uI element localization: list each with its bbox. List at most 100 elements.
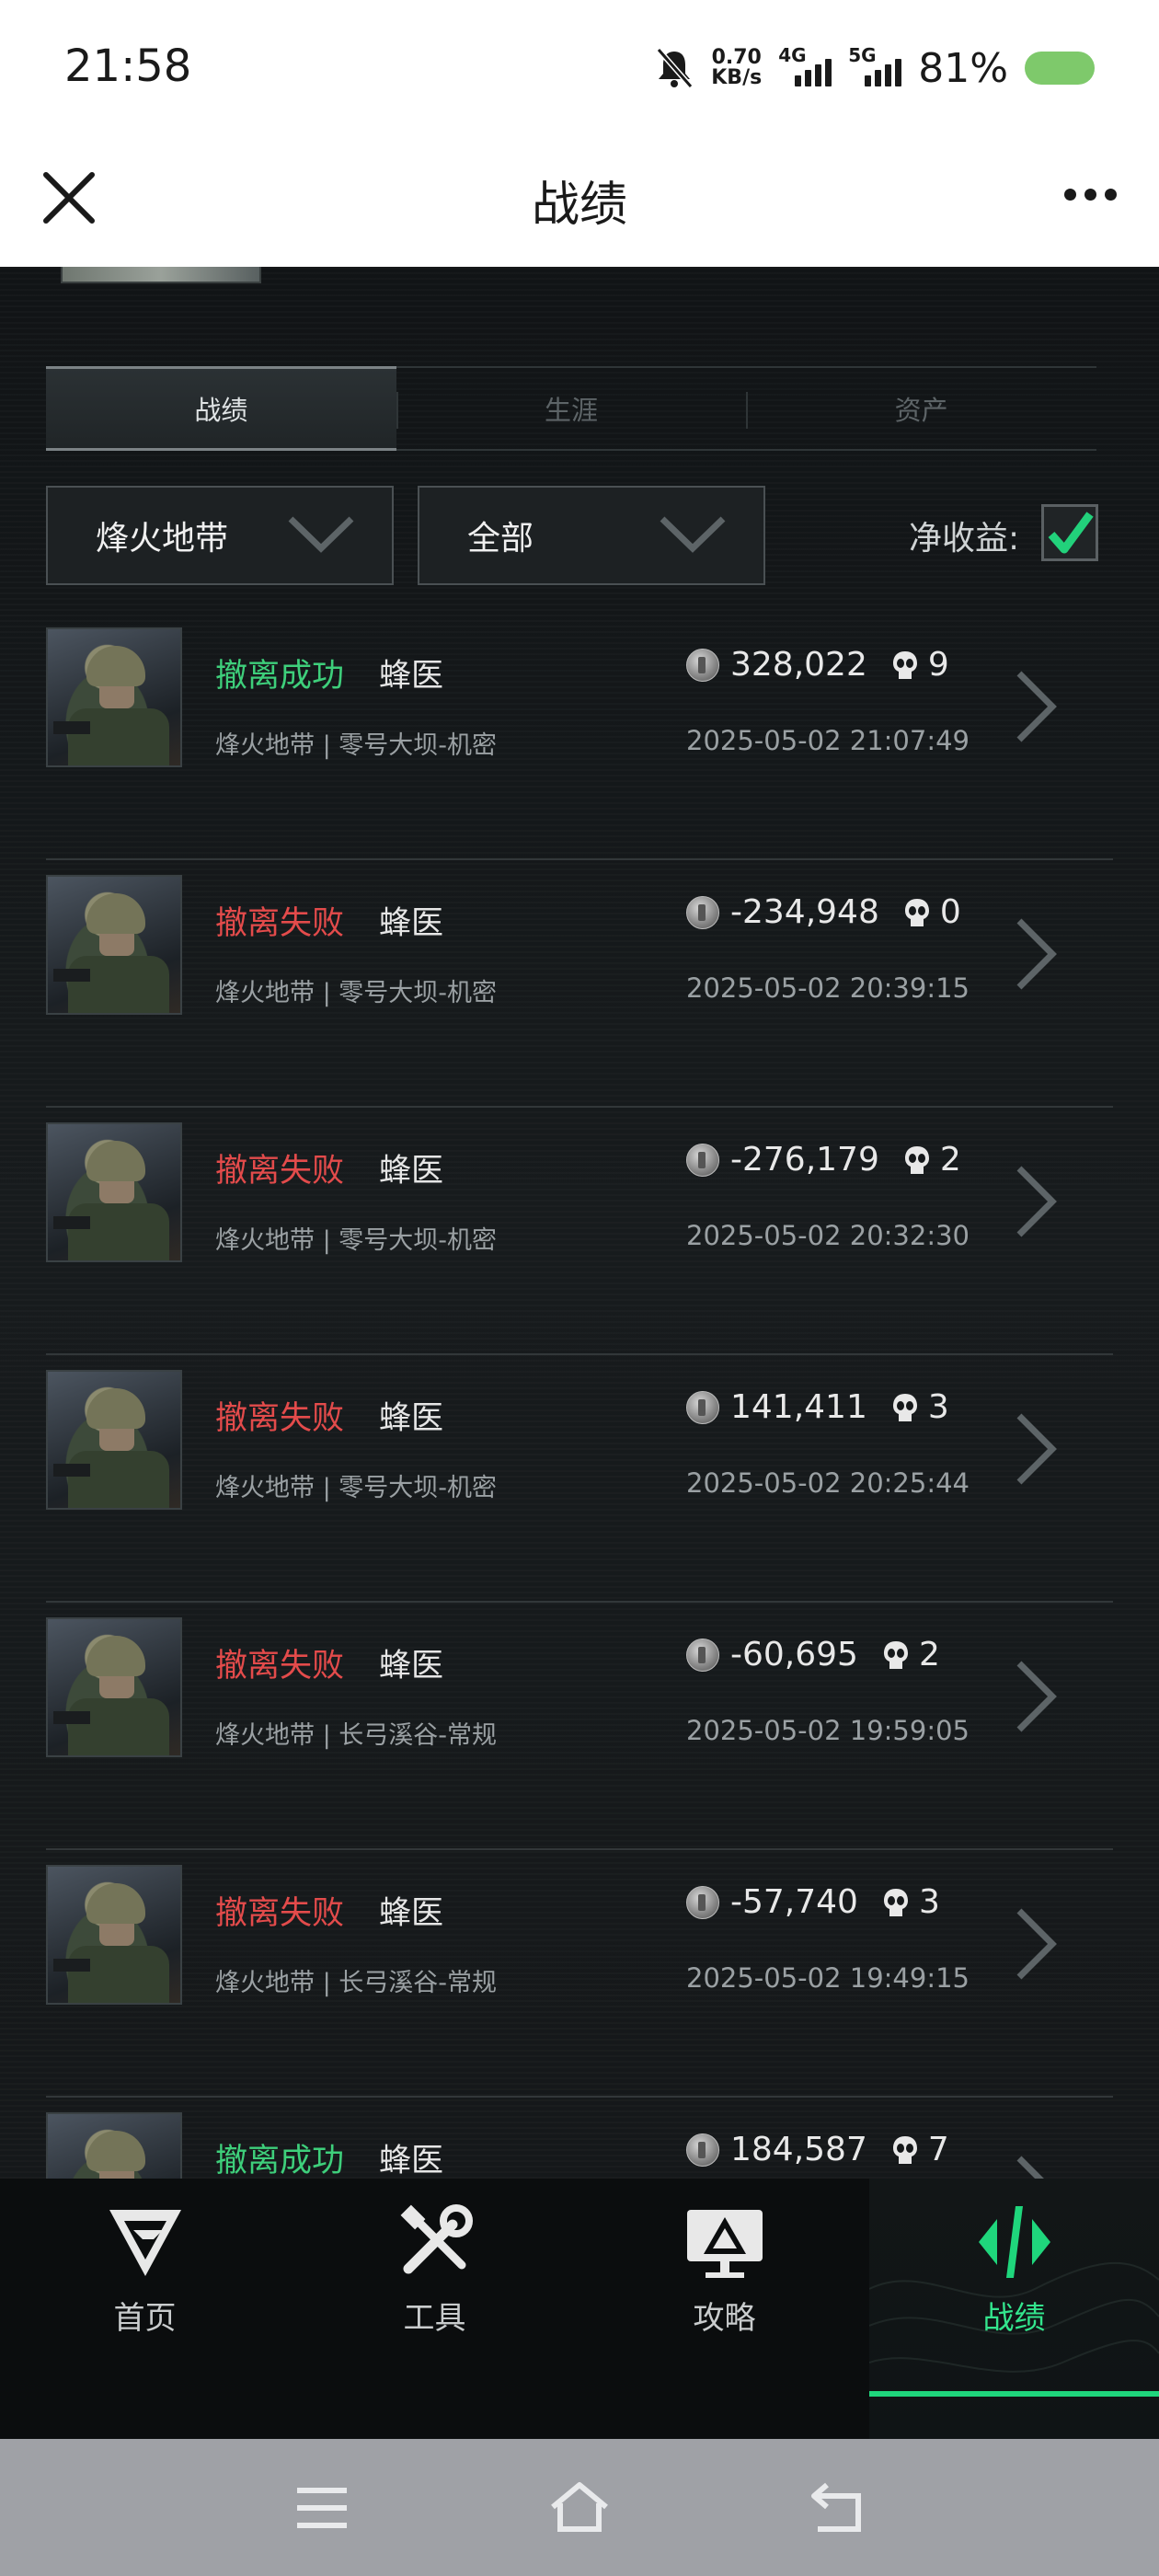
menu-icon[interactable] [290,2476,354,2540]
more-icon[interactable] [1064,189,1117,201]
mode-dropdown-value: 烽火地带 [96,520,229,558]
scope-dropdown-value: 全部 [467,520,534,558]
record-status: 撤离失败 [215,1153,345,1190]
record-status: 撤离失败 [215,905,345,942]
nav-home-label: 首页 [113,2300,177,2337]
record-time: 2025-05-02 19:49:15 [686,1962,970,1994]
coin-icon [686,2133,719,2167]
record-row[interactable]: 撤离失败 蜂医 烽火地带 | 长弓溪谷-常规 -60,695 2 2025-05… [46,1603,1113,1850]
status-time: 21:58 [64,40,192,92]
record-time: 2025-05-02 20:32:30 [686,1220,970,1251]
nav-records-label: 战绩 [982,2300,1046,2337]
scope-dropdown[interactable]: 全部 [418,486,765,585]
tools-icon [400,2204,473,2274]
back-icon[interactable] [805,2476,869,2540]
record-operator: 蜂医 [379,1895,444,1932]
net-income-checkbox[interactable] [1041,504,1098,561]
record-status: 撤离成功 [215,658,345,695]
operator-avatar [46,1617,182,1757]
record-value: -60,695 [730,1636,858,1673]
record-map: 烽火地带 | 零号大坝-机密 [215,1226,498,1255]
record-row[interactable]: 撤离成功 蜂医 烽火地带 | 零号大坝-机密 328,022 9 2025-05… [46,613,1113,860]
skull-icon [904,1145,929,1174]
skull-icon [904,898,929,926]
operator-avatar [46,627,182,767]
home-logo-icon [109,2210,181,2276]
chevron-right-icon[interactable] [1008,1410,1063,1488]
record-row[interactable]: 撤离失败 蜂医 烽火地带 | 零号大坝-机密 141,411 3 2025-05… [46,1355,1113,1603]
operator-avatar [46,1122,182,1262]
skull-icon [892,2135,917,2164]
profile-banner-edge [61,267,261,283]
skull-icon [892,650,917,679]
nav-guide-label: 攻略 [693,2300,756,2337]
chevron-right-icon[interactable] [1008,1905,1063,1983]
record-status: 撤离失败 [215,1895,345,1932]
record-time: 2025-05-02 20:25:44 [686,1467,970,1499]
chevron-down-icon [288,516,354,553]
active-indicator [869,2391,1159,2397]
signal-5g-label: 5G [848,44,877,66]
chevron-down-icon [660,516,726,553]
nav-home[interactable]: 首页 [0,2179,290,2439]
coin-icon [686,1638,719,1672]
chevron-right-icon[interactable] [1008,2153,1063,2179]
net-income-label: 净收益: [909,520,1020,558]
record-value: -234,948 [730,893,879,931]
skull-icon [883,1888,908,1916]
operator-avatar [46,1370,182,1510]
record-row[interactable]: 撤离失败 蜂医 烽火地带 | 零号大坝-机密 -276,179 2 2025-0… [46,1108,1113,1355]
mute-bell-icon [656,48,694,88]
nav-tools[interactable]: 工具 [290,2179,580,2439]
system-nav-bar [0,2439,1159,2576]
content-area[interactable]: 战绩 生涯 资产 烽火地带 全部 净收益: 撤离成功 蜂医 烽火地带 | 零号大… [0,267,1159,2179]
record-row[interactable]: 撤离成功 蜂医 184,587 7 [46,2098,1113,2179]
nav-guide[interactable]: 攻略 [580,2179,869,2439]
record-kills: 2 [939,1141,961,1179]
tab-bar: 战绩 生涯 资产 [46,366,1096,451]
bottom-nav: 首页 工具 攻略 战绩 [0,2179,1159,2439]
coin-icon [686,1143,719,1177]
operator-avatar [46,2112,182,2179]
skull-icon [892,1393,917,1421]
tab-career[interactable]: 生涯 [396,368,747,449]
record-row[interactable]: 撤离失败 蜂医 烽火地带 | 零号大坝-机密 -234,948 0 2025-0… [46,860,1113,1108]
record-row[interactable]: 撤离失败 蜂医 烽火地带 | 长弓溪谷-常规 -57,740 3 2025-05… [46,1850,1113,2098]
nav-records[interactable]: 战绩 [869,2179,1159,2439]
coin-icon [686,895,719,929]
record-list: 撤离成功 蜂医 烽火地带 | 零号大坝-机密 328,022 9 2025-05… [46,613,1113,2179]
chevron-right-icon[interactable] [1008,668,1063,745]
record-time: 2025-05-02 19:59:05 [686,1715,970,1746]
title-bar: 战绩 [0,138,1159,267]
record-value: 141,411 [730,1388,867,1426]
record-value-line: 184,587 7 [686,2131,949,2168]
chevron-right-icon[interactable] [1008,1163,1063,1240]
record-value-line: 141,411 3 [686,1388,949,1426]
tab-assets[interactable]: 资产 [746,368,1096,449]
record-value: -57,740 [730,1883,858,1921]
record-value: -276,179 [730,1141,879,1179]
net-speed: 0.70 KB/s [711,48,762,88]
coin-icon [686,648,719,682]
net-speed-unit: KB/s [711,66,763,89]
record-operator: 蜂医 [379,905,444,942]
skull-icon [883,1640,908,1669]
chevron-right-icon[interactable] [1008,915,1063,993]
record-value: 328,022 [730,646,867,684]
record-operator: 蜂医 [379,1648,444,1685]
record-kills: 9 [927,646,949,684]
mode-dropdown[interactable]: 烽火地带 [46,486,394,585]
record-status: 撤离失败 [215,1400,345,1437]
record-status: 撤离成功 [215,2143,345,2179]
signal-4g-icon: 4G [778,44,832,86]
chevron-right-icon[interactable] [1008,1658,1063,1735]
records-icon [979,2206,1050,2278]
record-value-line: -276,179 2 [686,1141,961,1179]
tab-records[interactable]: 战绩 [46,366,396,451]
record-kills: 0 [939,893,961,931]
status-icons: 0.70 KB/s 4G 5G 81% [654,40,1095,96]
signal-4g-label: 4G [778,44,807,66]
home-icon[interactable] [547,2476,612,2540]
record-operator: 蜂医 [379,658,444,695]
record-operator: 蜂医 [379,1400,444,1437]
